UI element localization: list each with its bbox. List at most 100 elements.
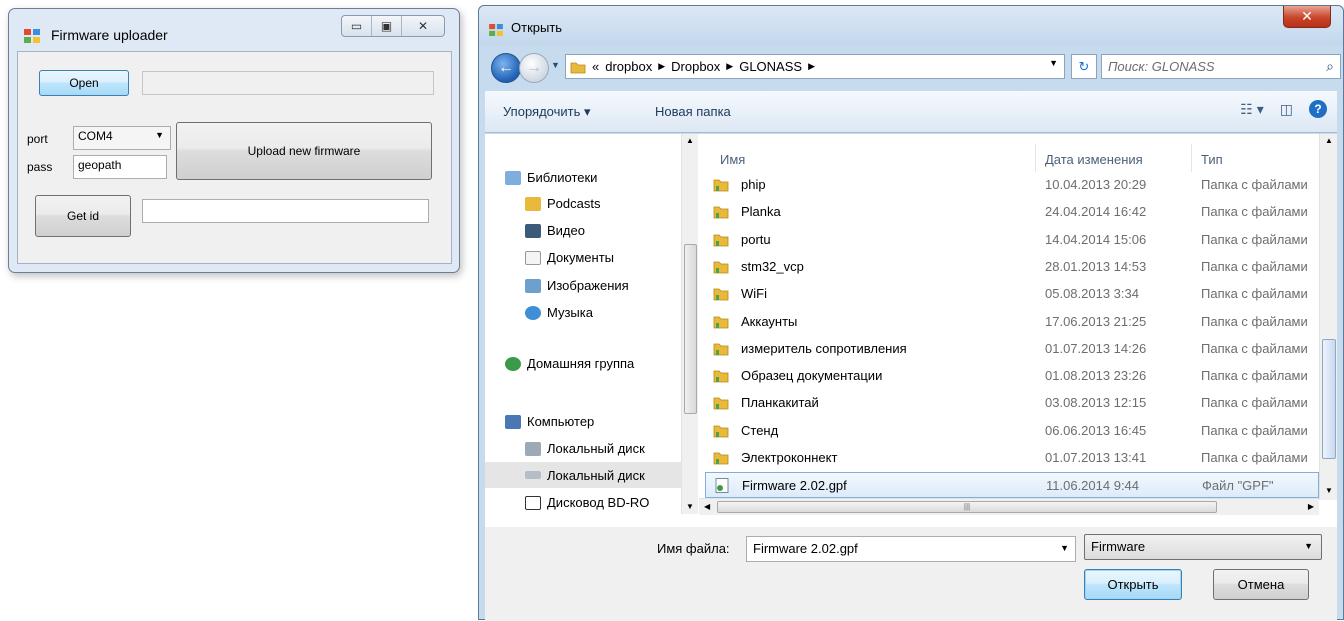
chevron-down-icon[interactable]: ▼ xyxy=(1060,543,1069,553)
scroll-down-icon[interactable]: ▼ xyxy=(686,502,694,511)
column-header-name[interactable]: Имя xyxy=(720,152,745,167)
title-bar[interactable]: Firmware uploader ▭ ▣ ✕ xyxy=(9,9,459,49)
nav-item-computer[interactable]: Компьютер xyxy=(505,414,594,429)
open-button[interactable]: Open xyxy=(39,70,129,96)
scroll-down-icon[interactable]: ▼ xyxy=(1325,486,1333,495)
history-dropdown-icon[interactable]: ▼ xyxy=(551,60,560,70)
upload-firmware-button[interactable]: Upload new firmware xyxy=(176,122,432,180)
nav-item-homegroup[interactable]: Домашняя группа xyxy=(505,356,634,371)
breadcrumb-dropbox-2[interactable]: Dropbox xyxy=(671,59,720,74)
pass-field[interactable]: geopath xyxy=(73,155,167,179)
scroll-thumb[interactable] xyxy=(684,244,697,414)
maximize-icon[interactable]: ▣ xyxy=(372,16,402,36)
column-header-type[interactable]: Тип xyxy=(1201,152,1223,167)
address-bar[interactable]: « dropbox ▶ Dropbox ▶ GLONASS ▶ ▼ xyxy=(565,54,1065,79)
back-icon[interactable]: ← xyxy=(491,53,521,83)
folder-icon xyxy=(713,316,729,328)
folder-icon xyxy=(713,234,729,246)
file-type: Папка с файлами xyxy=(1201,395,1308,411)
file-row[interactable]: WiFi 05.08.2013 3:34 Папка с файлами xyxy=(705,281,1319,307)
dialog-title: Открыть xyxy=(511,20,563,35)
column-header-date[interactable]: Дата изменения xyxy=(1045,152,1143,167)
organize-button[interactable]: Упорядочить ▾ xyxy=(503,104,591,120)
folder-icon xyxy=(570,62,586,73)
breadcrumb-arrow-icon[interactable]: ▶ xyxy=(808,61,815,72)
file-name: Аккаунты xyxy=(741,313,798,329)
breadcrumb-prefix[interactable]: « xyxy=(592,59,599,74)
scroll-right-icon[interactable]: ▶ xyxy=(1308,502,1314,511)
breadcrumb-arrow-icon[interactable]: ▶ xyxy=(726,61,733,72)
nav-item-libraries[interactable]: Библиотеки xyxy=(505,170,597,185)
file-row[interactable]: stm32_vcp 28.01.2013 14:53 Папка с файлами xyxy=(705,254,1319,280)
port-select[interactable]: COM4 ▼ xyxy=(73,126,171,150)
file-type: Папка с файлами xyxy=(1201,177,1308,192)
filetype-select[interactable]: Firmware ▼ xyxy=(1084,534,1322,560)
file-row[interactable]: Образец документации 01.08.2013 23:26 Папк… xyxy=(705,363,1319,389)
preview-pane-icon[interactable]: ◫ xyxy=(1280,101,1293,118)
breadcrumb-glonass[interactable]: GLONASS xyxy=(739,59,802,74)
file-list-scrollbar[interactable]: ▲ ▼ xyxy=(1319,134,1337,500)
file-row[interactable]: Стенд 06.06.2013 16:45 Папка с файлами xyxy=(705,418,1319,444)
scroll-thumb[interactable] xyxy=(1322,339,1336,459)
file-row[interactable]: Электроконнект 01.07.2013 13:41 Папка с фа… xyxy=(705,445,1319,471)
column-divider[interactable] xyxy=(1035,144,1036,172)
drive-icon xyxy=(525,441,541,456)
search-icon[interactable]: ⌕ xyxy=(1326,58,1334,75)
open-button[interactable]: Открыть xyxy=(1084,569,1182,600)
breadcrumb-dropbox[interactable]: dropbox xyxy=(605,59,652,74)
file-name: Planka xyxy=(741,204,781,220)
id-field[interactable] xyxy=(142,199,429,223)
file-row[interactable]: Planka 24.04.2014 16:42 Папка с файлами xyxy=(705,199,1319,225)
nav-item-pictures[interactable]: Изображения xyxy=(525,278,629,293)
search-input[interactable]: Поиск: GLONASS ⌕ xyxy=(1101,54,1341,79)
file-row[interactable]: portu 14.04.2014 15:06 Папка с файлами xyxy=(705,227,1319,253)
file-row[interactable]: измеритель сопротивления 01.07.2013 14:26… xyxy=(705,336,1319,362)
nav-item-music[interactable]: Музыка xyxy=(525,305,593,320)
dialog-title-bar[interactable]: Открыть ✕ xyxy=(479,6,1343,46)
scroll-left-icon[interactable]: ◀ xyxy=(704,502,710,511)
forward-icon[interactable]: → xyxy=(519,53,549,83)
scroll-up-icon[interactable]: ▲ xyxy=(1325,136,1333,145)
file-row[interactable]: phip 10.04.2013 20:29 Папка с файлами xyxy=(705,172,1319,198)
close-icon[interactable]: ✕ xyxy=(402,16,444,36)
nav-item-video[interactable]: Видео xyxy=(525,223,585,238)
folder-icon xyxy=(713,261,729,274)
help-icon[interactable]: ? xyxy=(1309,100,1327,118)
view-options-icon[interactable]: ☷ ▾ xyxy=(1240,101,1263,118)
nav-item-local-disk-d[interactable]: Локальный диск xyxy=(485,462,681,488)
scroll-up-icon[interactable]: ▲ xyxy=(686,136,694,145)
refresh-icon[interactable]: ↻ xyxy=(1071,54,1097,79)
pass-label: pass xyxy=(27,160,53,174)
file-date: 24.04.2014 16:42 xyxy=(1045,204,1147,220)
minimize-icon[interactable]: ▭ xyxy=(342,16,372,36)
nav-scrollbar[interactable]: ▲ ▼ xyxy=(681,134,698,514)
folder-icon xyxy=(713,370,729,383)
file-date: 10.04.2013 20:29 xyxy=(1045,177,1147,192)
file-row-selected[interactable]: Firmware 2.02.gpf 11.06.2014 9:44 Файл "GP… xyxy=(705,472,1319,499)
cancel-button[interactable]: Отмена xyxy=(1213,569,1309,600)
nav-item-bd-drive[interactable]: Дисковод BD-RO xyxy=(525,495,649,510)
file-type: Папка с файлами xyxy=(1201,340,1308,356)
chevron-down-icon[interactable]: ▼ xyxy=(1049,58,1058,68)
file-row[interactable]: Аккаунты 17.06.2013 21:25 Папка с файлами xyxy=(705,309,1319,335)
column-divider[interactable] xyxy=(1191,144,1192,172)
horizontal-scrollbar[interactable]: ◀ ||| ▶ xyxy=(699,498,1319,515)
folder-icon xyxy=(713,343,729,356)
file-type: Папка с файлами xyxy=(1201,313,1308,329)
nav-item-documents[interactable]: Документы xyxy=(525,250,614,265)
close-icon[interactable]: ✕ xyxy=(1283,6,1331,28)
file-type: Папка с файлами xyxy=(1201,368,1308,384)
nav-item-podcasts[interactable]: Podcasts xyxy=(525,196,600,211)
file-row[interactable]: Планкакитай 03.08.2013 12:15 Папка с файла… xyxy=(705,390,1319,416)
get-id-button[interactable]: Get id xyxy=(35,195,131,237)
file-list: Имя Дата изменения Тип phip 10.04.2013 20… xyxy=(705,134,1319,514)
nav-item-local-disk-c[interactable]: Локальный диск xyxy=(525,441,645,456)
path-field[interactable] xyxy=(142,71,434,95)
scroll-thumb[interactable]: ||| xyxy=(717,501,1217,513)
breadcrumb-arrow-icon[interactable]: ▶ xyxy=(658,61,665,72)
filename-input[interactable]: Firmware 2.02.gpf ▼ xyxy=(746,536,1076,562)
new-folder-button[interactable]: Новая папка xyxy=(655,104,731,119)
file-name: Планкакитай xyxy=(741,395,819,411)
app-icon xyxy=(24,29,40,43)
firmware-uploader-window: Firmware uploader ▭ ▣ ✕ Open port COM4 ▼… xyxy=(8,8,460,273)
